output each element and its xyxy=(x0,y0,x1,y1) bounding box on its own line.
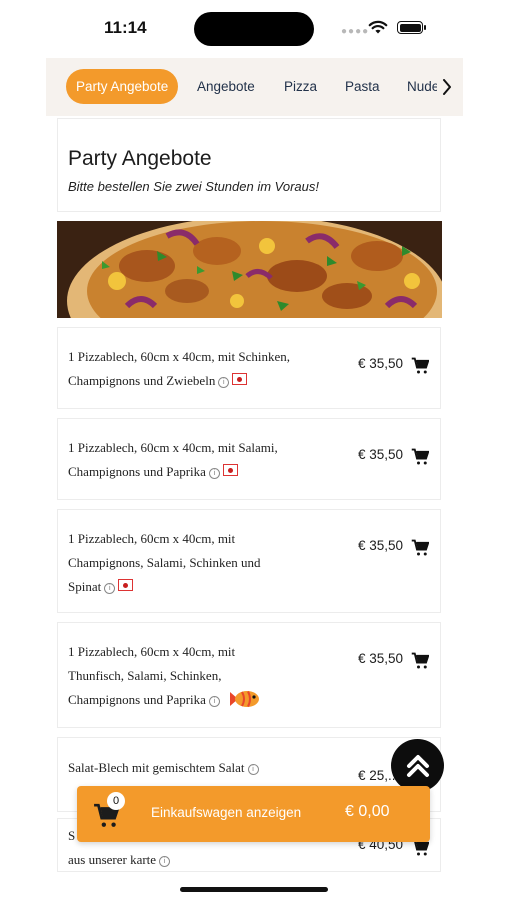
view-cart-button[interactable]: 0 Einkaufswagen anzeigen € 0,00 xyxy=(77,786,430,842)
tab-angebote[interactable]: Angebote xyxy=(197,69,255,104)
category-header: Party Angebote Bitte bestellen Sie zwei … xyxy=(57,118,441,212)
scroll-to-top-button[interactable] xyxy=(391,739,444,792)
tab-nudeln[interactable]: Nude xyxy=(407,69,439,104)
pizza-banner-image xyxy=(57,221,442,318)
info-icon[interactable]: i xyxy=(247,764,259,775)
item-price: € 35,50 xyxy=(358,447,404,462)
item-description: 1 Pizzablech, 60cm x 40cm, mit Champigno… xyxy=(68,531,261,594)
cart-label: Einkaufswagen anzeigen xyxy=(151,805,302,820)
category-tab-bar: Party Angebote Angebote Pizza Pasta Nude xyxy=(46,58,463,116)
info-icon[interactable]: i xyxy=(208,468,220,479)
info-icon[interactable]: i xyxy=(159,856,171,867)
wifi-icon xyxy=(368,20,388,34)
info-icon[interactable]: i xyxy=(104,583,116,594)
home-indicator xyxy=(180,887,328,892)
tab-party-angebote[interactable]: Party Angebote xyxy=(66,69,179,104)
cart-count-badge: 0 xyxy=(107,792,125,810)
item-description: 1 Pizzablech, 60cm x 40cm, mit Salami, C… xyxy=(68,440,278,479)
category-subtitle: Bitte bestellen Sie zwei Stunden im Vora… xyxy=(68,179,319,194)
menu-item-card[interactable]: 1 Pizzablech, 60cm x 40cm, mit Champigno… xyxy=(57,509,441,613)
allergen-flag-icon xyxy=(222,464,238,476)
add-to-cart-icon[interactable] xyxy=(411,357,429,375)
item-price: € 35,50 xyxy=(358,356,404,371)
item-description: 1 Pizzablech, 60cm x 40cm, mit Thunfisch… xyxy=(68,640,323,712)
allergen-flag-icon xyxy=(118,579,134,591)
fish-icon xyxy=(230,691,260,707)
info-icon[interactable]: i xyxy=(218,377,230,388)
add-to-cart-icon[interactable] xyxy=(411,539,429,557)
status-bar: 11:14 ●●●● xyxy=(0,0,507,56)
menu-item-card[interactable]: 1 Pizzablech, 60cm x 40cm, mit Thunfisch… xyxy=(57,622,441,728)
item-description: Salat-Blech mit gemischtem Salat i xyxy=(68,756,323,780)
double-chevron-up-icon xyxy=(406,754,429,777)
tab-pasta[interactable]: Pasta xyxy=(345,69,380,104)
dynamic-island xyxy=(194,12,314,46)
cellular-signal-icon: ●●●● xyxy=(341,26,370,37)
add-to-cart-icon[interactable] xyxy=(411,448,429,466)
menu-item-card[interactable]: 1 Pizzablech, 60cm x 40cm, mit Schinken,… xyxy=(57,327,441,409)
add-to-cart-icon[interactable] xyxy=(411,652,429,670)
battery-icon xyxy=(397,21,426,34)
item-description: 1 Pizzablech, 60cm x 40cm, mit Schinken,… xyxy=(68,349,291,388)
tab-pizza[interactable]: Pizza xyxy=(284,69,317,104)
item-price: € 35,50 xyxy=(358,538,404,553)
item-price: € 35,50 xyxy=(358,651,404,666)
chevron-right-icon[interactable] xyxy=(437,74,457,100)
cart-total: € 0,00 xyxy=(345,803,390,820)
status-time: 11:14 xyxy=(104,18,147,37)
category-title: Party Angebote xyxy=(68,147,212,170)
info-icon[interactable]: i xyxy=(208,696,220,707)
menu-item-card[interactable]: 1 Pizzablech, 60cm x 40cm, mit Salami, C… xyxy=(57,418,441,500)
allergen-flag-icon xyxy=(232,373,248,385)
